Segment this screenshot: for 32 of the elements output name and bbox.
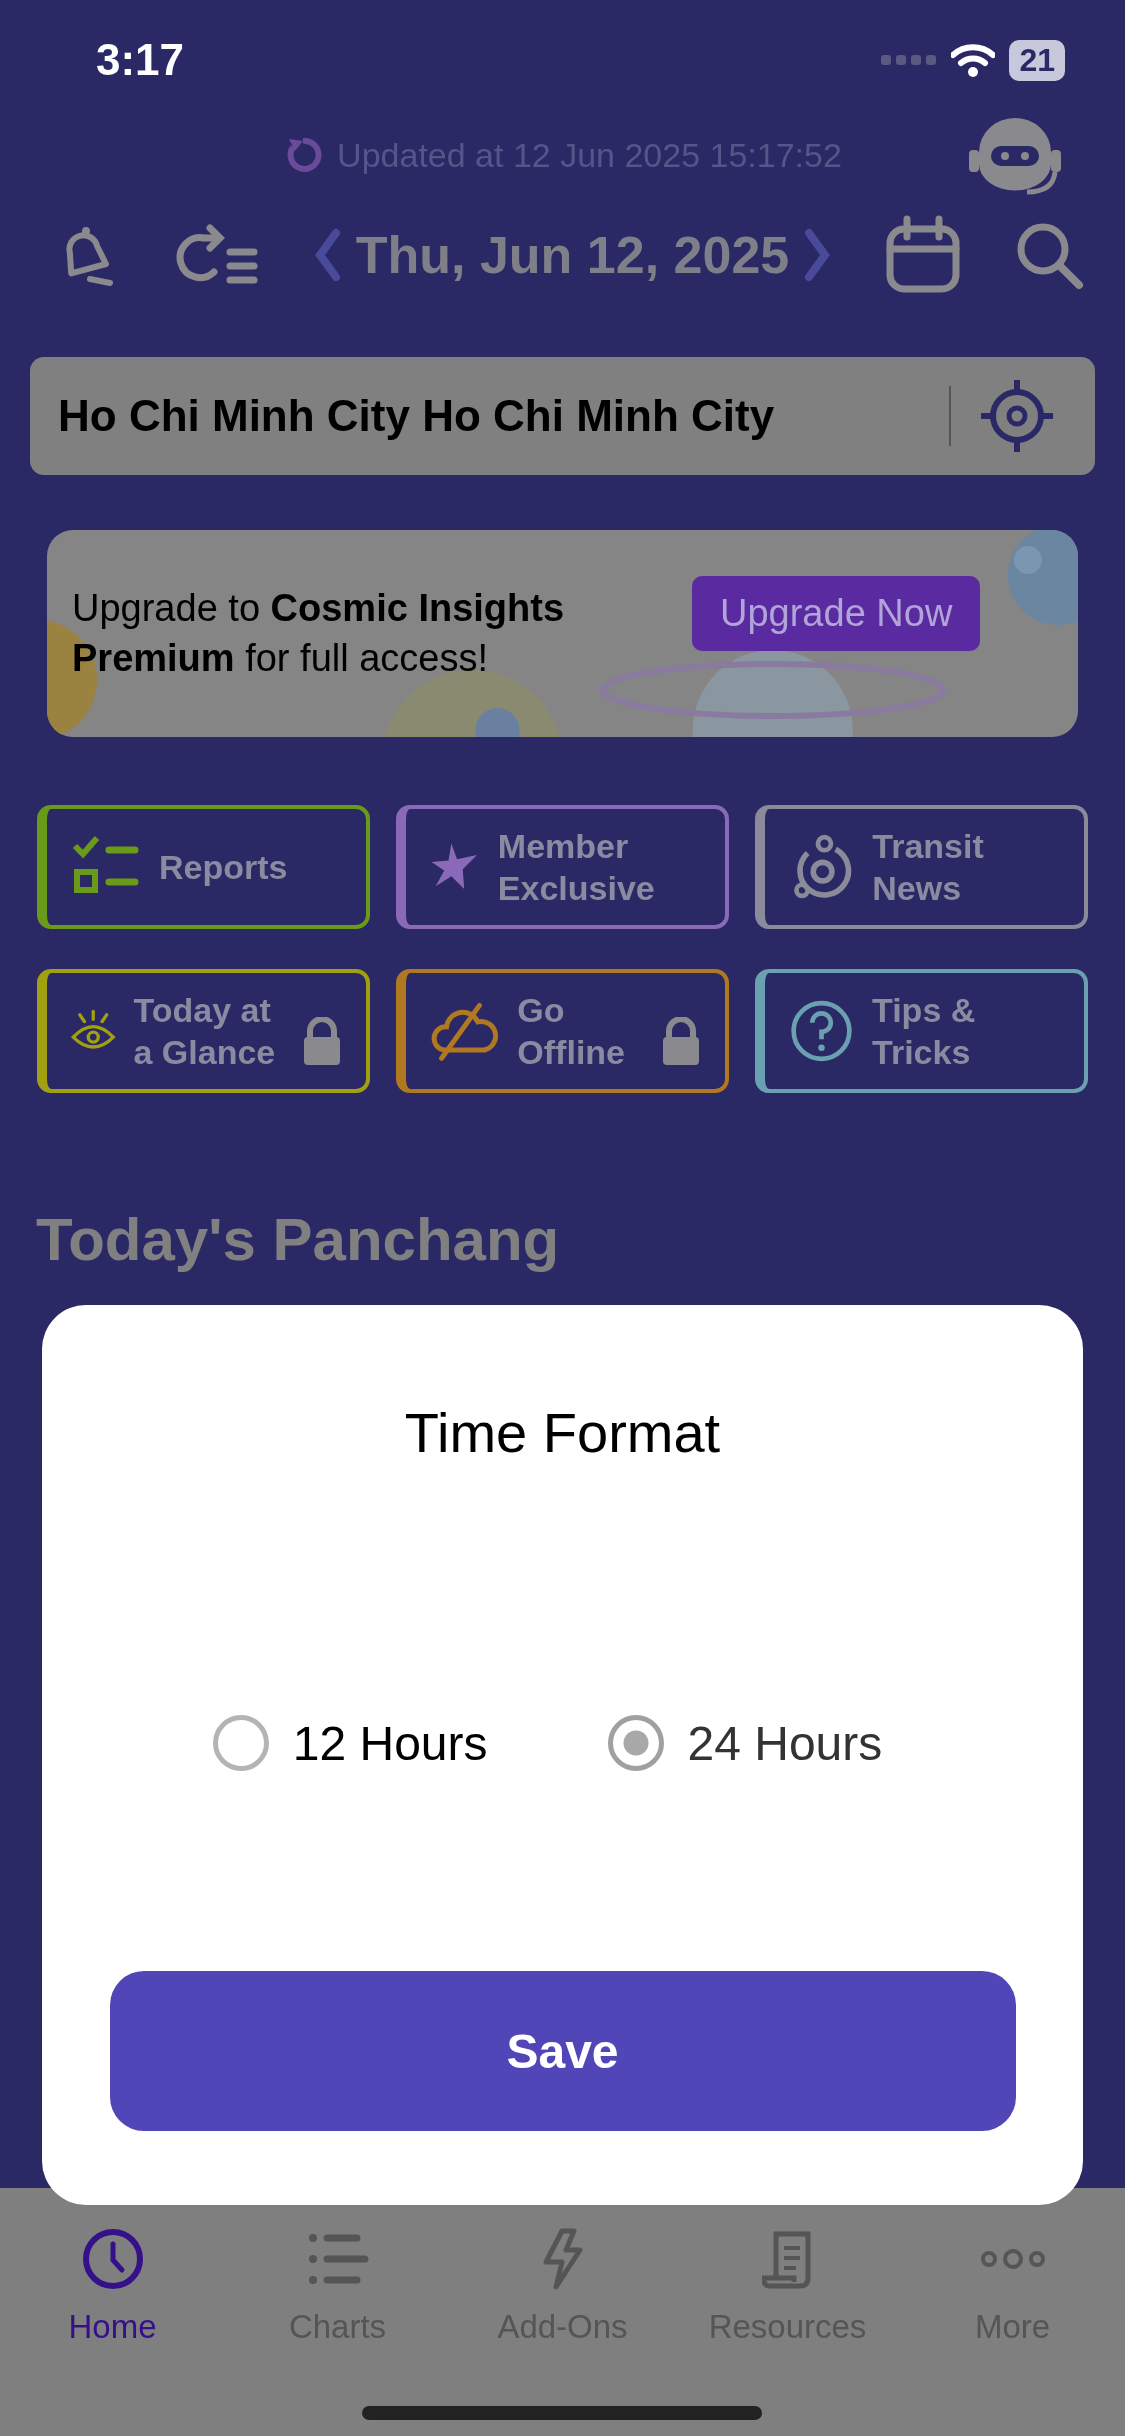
wifi-icon	[951, 43, 996, 77]
feature-tile[interactable]: Tips & Tricks	[755, 969, 1088, 1093]
tile-label: Transit News	[872, 825, 985, 909]
tile-label: Go Offline	[517, 989, 626, 1073]
tab-item[interactable]: Home	[0, 2228, 225, 2436]
feature-tile[interactable]: Transit News	[755, 805, 1088, 929]
radio-button[interactable]	[212, 1715, 269, 1771]
current-date[interactable]: Thu, Jun 12, 2025	[355, 225, 790, 285]
location-field[interactable]: Ho Chi Minh City Ho Chi Minh City	[30, 357, 1095, 475]
feature-tile[interactable]: Go Offline	[396, 969, 729, 1093]
clock-icon	[81, 2228, 144, 2290]
feature-tile[interactable]: Reports	[37, 805, 370, 929]
tile-label: Tips & Tricks	[872, 989, 977, 1073]
section-heading: Today's Panchang	[36, 1205, 561, 1274]
tile-label: Today at a Glance	[133, 989, 277, 1073]
battery-level: 21	[1009, 39, 1065, 81]
save-button[interactable]: Save	[109, 1971, 1016, 2131]
signal-icon	[881, 53, 938, 67]
feature-tile[interactable]: Today at a Glance	[37, 969, 370, 1093]
option-label: 24 Hours	[687, 1715, 883, 1771]
feature-tile[interactable]: Member Exclusive	[396, 805, 729, 929]
radio-option[interactable]: 12 Hours	[212, 1715, 488, 1771]
calendar-icon[interactable]	[885, 215, 962, 295]
dialog-title: Time Format	[404, 1400, 721, 1465]
radio-option[interactable]: 24 Hours	[607, 1715, 883, 1771]
tile-label: Member Exclusive	[497, 825, 656, 909]
upgrade-now-button[interactable]: Upgrade Now	[692, 576, 981, 651]
locate-icon[interactable]	[979, 378, 1055, 454]
status-time: 3:17	[96, 35, 185, 85]
option-label: 12 Hours	[292, 1715, 488, 1771]
upgrade-message: Upgrade to Cosmic Insights Premium for full access!	[72, 586, 566, 681]
tile-label: Reports	[159, 846, 288, 888]
